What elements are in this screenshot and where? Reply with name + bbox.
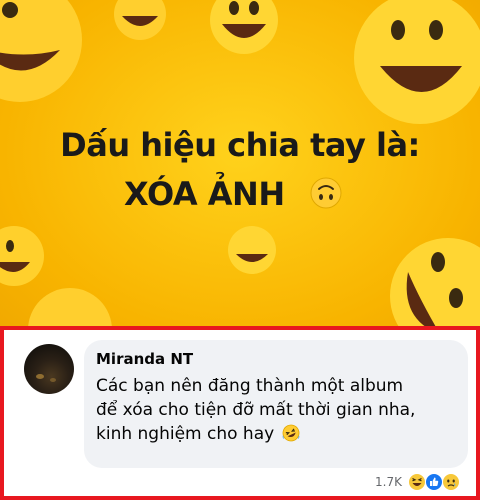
smiley-background bbox=[0, 0, 480, 338]
sad-reaction-icon bbox=[442, 473, 460, 491]
comment-highlight-box: Miranda NT Các bạn nên đăng thành một al… bbox=[0, 326, 480, 500]
smiley-emoji-icon bbox=[114, 0, 166, 40]
like-reaction-icon bbox=[425, 473, 443, 491]
haha-reaction-icon bbox=[408, 473, 426, 491]
comment-line: Các bạn nên đăng thành một album bbox=[96, 376, 404, 396]
comment-line: kinh nghiệm cho hay bbox=[96, 422, 456, 446]
smiley-emoji-icon bbox=[354, 0, 480, 124]
smiley-emoji-icon bbox=[228, 226, 276, 274]
upside-down-face-icon bbox=[310, 177, 342, 209]
post-image[interactable]: Dấu hiệu chia tay là: XÓA ẢNH bbox=[0, 0, 480, 338]
headline-line-2: XÓA ẢNH bbox=[124, 175, 285, 213]
smiley-emoji-icon bbox=[210, 0, 278, 54]
comment-bubble[interactable]: Miranda NT Các bạn nên đăng thành một al… bbox=[84, 340, 468, 468]
rolling-on-floor-laughing-icon bbox=[282, 424, 299, 442]
reaction-count: 1.7K bbox=[375, 475, 402, 489]
comment-line: để xóa cho tiện đỡ mất thời gian nha, bbox=[96, 400, 416, 420]
comment-author[interactable]: Miranda NT bbox=[96, 350, 456, 368]
smiley-emoji-icon bbox=[0, 226, 44, 286]
comment-text: Các bạn nên đăng thành một album để xóa … bbox=[96, 374, 456, 446]
smiley-emoji-icon bbox=[0, 0, 82, 102]
smiley-emoji-icon bbox=[390, 238, 480, 338]
headline-line-1: Dấu hiệu chia tay là: bbox=[60, 126, 420, 164]
reactions-summary[interactable]: 1.7K bbox=[375, 471, 460, 493]
avatar[interactable] bbox=[24, 344, 74, 394]
